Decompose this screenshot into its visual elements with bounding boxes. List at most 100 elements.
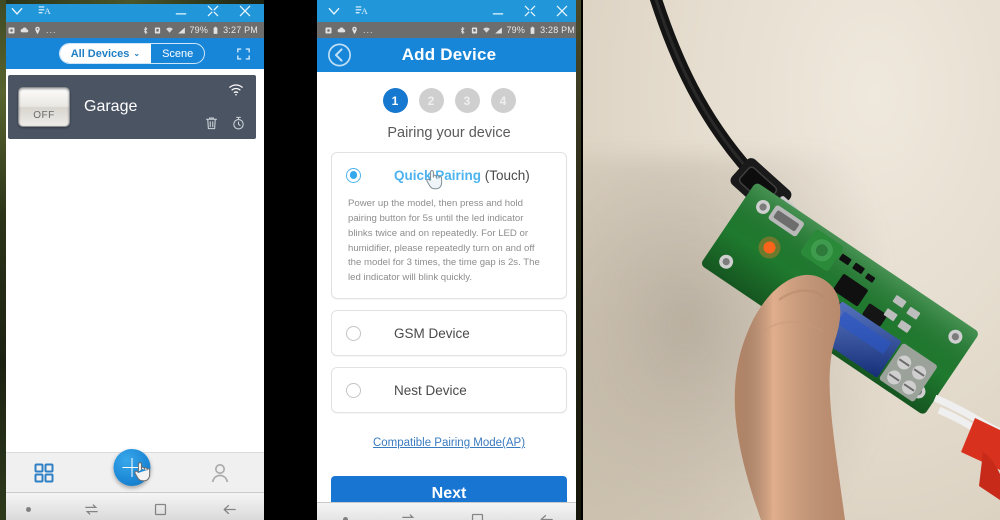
pcb-photo-illustration	[649, 0, 1000, 520]
step-indicator-2[interactable]: 2	[418, 88, 444, 113]
trash-icon[interactable]	[204, 115, 219, 131]
mid-status-bar: ... 79% 3:28 PM	[317, 22, 581, 38]
left-app-bar: All Devices ⌄ Scene	[0, 38, 264, 69]
status-overflow-dots: ...	[46, 25, 57, 35]
step-indicator-3[interactable]: 3	[454, 88, 480, 113]
text-format-icon[interactable]: A	[355, 4, 369, 18]
device-name-label: Garage	[84, 98, 138, 115]
mid-android-nav-bar	[317, 502, 581, 520]
battery-percent-label: 79%	[189, 25, 209, 35]
option-gsm-device[interactable]: GSM Device	[331, 310, 567, 357]
option-nest-device-label: Nest Device	[394, 382, 467, 398]
status-overflow-dots: ...	[363, 25, 374, 35]
page-title: Add Device	[401, 45, 497, 64]
switch-arrows-icon[interactable]	[400, 511, 417, 520]
add-device-body: 1 2 3 4 Pairing your device Quick Pairin…	[317, 88, 581, 520]
grid-icon[interactable]	[32, 461, 56, 485]
device-scene-segmented-control[interactable]: All Devices ⌄ Scene	[58, 43, 206, 64]
timer-icon[interactable]	[231, 115, 246, 131]
battery-icon	[528, 26, 537, 35]
battery-percent-label: 79%	[506, 25, 526, 35]
screenshot-stage: A ... 79% 3:27 PM All Devices ⌄ Scene OF…	[0, 0, 1000, 520]
switch-arrows-icon[interactable]	[83, 501, 100, 518]
segment-scene[interactable]: Scene	[151, 44, 204, 63]
device-power-toggle[interactable]: OFF	[18, 87, 70, 127]
option-quick-pairing[interactable]: Quick Pairing (Touch) Power up the model…	[331, 152, 567, 300]
screenshot-icon	[7, 26, 16, 35]
bluetooth-icon	[458, 26, 467, 35]
chevron-down-icon[interactable]	[327, 4, 341, 18]
svg-text:A: A	[44, 6, 51, 16]
location-icon	[350, 26, 359, 35]
mid-window-titlebar: A	[317, 0, 581, 22]
wifi-icon	[228, 83, 244, 96]
option-gsm-device-label: GSM Device	[394, 325, 470, 341]
bluetooth-icon	[141, 26, 150, 35]
option-nest-device-row[interactable]: Nest Device	[332, 368, 566, 412]
step-indicator-1[interactable]: 1	[382, 88, 408, 113]
cloud-icon	[337, 26, 346, 35]
usb-cable	[649, 0, 759, 181]
back-arrow-icon[interactable]	[538, 511, 555, 520]
signal-icon	[177, 26, 186, 35]
back-arrow-icon[interactable]	[221, 501, 238, 518]
add-device-app-bar: Add Device	[317, 38, 581, 72]
left-phone-window: A ... 79% 3:27 PM All Devices ⌄ Scene OF…	[0, 0, 264, 520]
radio-nest-device[interactable]	[346, 382, 361, 398]
segment-all-devices-label: All Devices	[70, 47, 130, 60]
sdcard-icon	[153, 26, 162, 35]
minimize-icon[interactable]	[491, 4, 505, 18]
option-quick-pairing-label: Quick Pairing (Touch)	[394, 168, 530, 183]
compatible-pairing-mode-link[interactable]: Compatible Pairing Mode(AP)	[331, 437, 567, 449]
option-quick-pairing-description: Power up the model, then press and hold …	[348, 198, 540, 284]
scan-frame-icon[interactable]	[235, 45, 252, 62]
cloud-icon	[20, 26, 29, 35]
close-icon[interactable]	[555, 4, 569, 18]
mid-phone-window: A ... 79% 3:28 PM Add Device 1 2 3 4 Pai…	[317, 0, 581, 520]
option-nest-device[interactable]: Nest Device	[331, 367, 567, 414]
device-card-garage[interactable]: OFF Garage	[8, 75, 256, 139]
option-quick-pairing-suffix: (Touch)	[481, 167, 530, 183]
person-icon[interactable]	[208, 461, 232, 485]
location-icon	[33, 26, 42, 35]
clock-label: 3:28 PM	[540, 25, 575, 35]
wifi-icon	[482, 26, 491, 35]
step-indicator-4[interactable]: 4	[490, 88, 516, 113]
close-icon[interactable]	[238, 4, 252, 18]
dot-icon[interactable]	[26, 507, 31, 512]
signal-icon	[494, 26, 503, 35]
square-recents-icon[interactable]	[152, 501, 169, 518]
battery-icon	[211, 26, 220, 35]
text-format-icon[interactable]: A	[38, 4, 52, 18]
chevron-down-icon: ⌄	[133, 48, 141, 58]
chevron-down-icon[interactable]	[10, 4, 24, 18]
plus-icon	[122, 458, 142, 477]
radio-quick-pairing[interactable]	[346, 167, 361, 183]
panel-gap-left	[264, 0, 317, 520]
expand-icon[interactable]	[523, 4, 537, 18]
radio-gsm-device[interactable]	[346, 325, 361, 341]
square-recents-icon[interactable]	[469, 511, 486, 520]
panel-gap-right	[581, 0, 583, 520]
left-status-bar: ... 79% 3:27 PM	[0, 22, 264, 38]
thumb	[734, 274, 845, 520]
option-quick-pairing-title: Quick Pairing	[394, 167, 482, 183]
svg-text:A: A	[361, 6, 368, 16]
sdcard-icon	[470, 26, 479, 35]
segment-all-devices[interactable]: All Devices ⌄	[59, 44, 152, 63]
section-heading: Pairing your device	[387, 125, 511, 141]
pairing-stepper: 1 2 3 4	[331, 88, 567, 113]
option-quick-pairing-row[interactable]: Quick Pairing (Touch)	[332, 153, 566, 197]
minimize-icon[interactable]	[174, 4, 188, 18]
add-device-fab[interactable]	[113, 449, 151, 486]
wifi-icon	[165, 26, 174, 35]
left-android-nav-bar	[0, 492, 264, 520]
back-chevron-circle-icon[interactable]	[327, 43, 352, 68]
video-background-left-edge	[0, 0, 6, 520]
screenshot-icon	[324, 26, 333, 35]
top-video-sliver	[0, 0, 264, 4]
option-gsm-device-row[interactable]: GSM Device	[332, 311, 566, 355]
expand-icon[interactable]	[206, 4, 220, 18]
device-card-actions	[204, 115, 246, 131]
device-toggle-state-label: OFF	[33, 110, 55, 121]
